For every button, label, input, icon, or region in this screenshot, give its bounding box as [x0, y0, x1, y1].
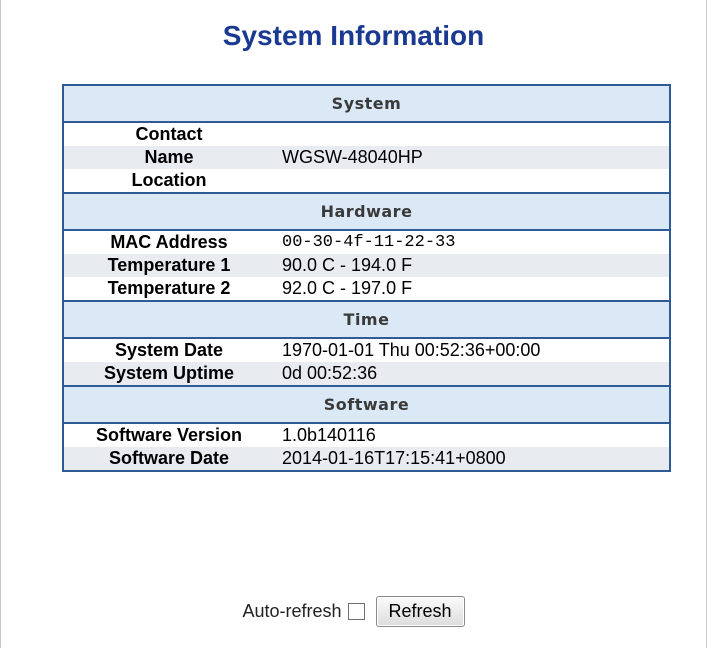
mac-address-value: 00-30-4f-11-22-33	[282, 233, 456, 252]
refresh-button[interactable]: Refresh	[375, 596, 465, 627]
section-header-row: Time	[63, 300, 670, 339]
location-value	[274, 169, 670, 193]
software-date-value: 2014-01-16T17:15:41+0800	[274, 447, 670, 471]
contact-label: Contact	[135, 124, 203, 144]
system-uptime-label: System Uptime	[63, 362, 274, 386]
location-label: Location	[131, 170, 207, 190]
page-title: System Information	[222, 20, 485, 51]
auto-refresh-checkbox[interactable]	[347, 603, 365, 620]
software-version-value: 1.0b140116	[282, 425, 376, 445]
frame-left-border	[0, 0, 1, 648]
name-label: Name	[63, 146, 274, 169]
table-row: Name WGSW-48040HP	[63, 146, 670, 169]
system-info-table: System Contact Name WGSW-48040HP Locatio…	[62, 84, 671, 472]
table-row: System Date 1970-01-01 Thu 00:52:36+00:0…	[63, 338, 670, 362]
system-uptime-value: 0d 00:52:36	[274, 362, 670, 386]
hardware-section-header: Hardware	[63, 192, 670, 231]
contact-value	[274, 122, 670, 146]
section-header-row: System	[63, 84, 670, 123]
table-row: Software Date 2014-01-16T17:15:41+0800	[63, 447, 670, 471]
software-section-header: Software	[63, 385, 670, 424]
table-row: MAC Address 00-30-4f-11-22-33	[63, 230, 670, 254]
system-date-value: 1970-01-01 Thu 00:52:36+00:00	[282, 340, 541, 360]
section-header-row: Hardware	[63, 192, 670, 231]
temperature-1-value: 90.0 C - 194.0 F	[274, 254, 670, 277]
table-row: Temperature 2 92.0 C - 197.0 F	[63, 277, 670, 301]
time-section-header: Time	[63, 300, 670, 339]
system-date-label: System Date	[114, 340, 224, 360]
table-row: Temperature 1 90.0 C - 194.0 F	[63, 254, 670, 277]
temperature-2-value: 92.0 C - 197.0 F	[282, 278, 413, 298]
system-section-header: System	[63, 84, 670, 123]
table-row: Location	[63, 169, 670, 193]
table-row: System Uptime 0d 00:52:36	[63, 362, 670, 386]
table-row: Contact	[63, 122, 670, 146]
software-date-label: Software Date	[63, 447, 274, 471]
table-row: Software Version 1.0b140116	[63, 423, 670, 447]
mac-address-label: MAC Address	[110, 232, 228, 252]
temperature-2-label: Temperature 2	[107, 278, 231, 298]
refresh-controls: Auto-refresh Refresh	[0, 596, 707, 627]
software-version-label: Software Version	[95, 425, 243, 445]
auto-refresh-label: Auto-refresh	[242, 601, 342, 621]
name-value: WGSW-48040HP	[274, 146, 670, 169]
temperature-1-label: Temperature 1	[63, 254, 274, 277]
section-header-row: Software	[63, 385, 670, 424]
